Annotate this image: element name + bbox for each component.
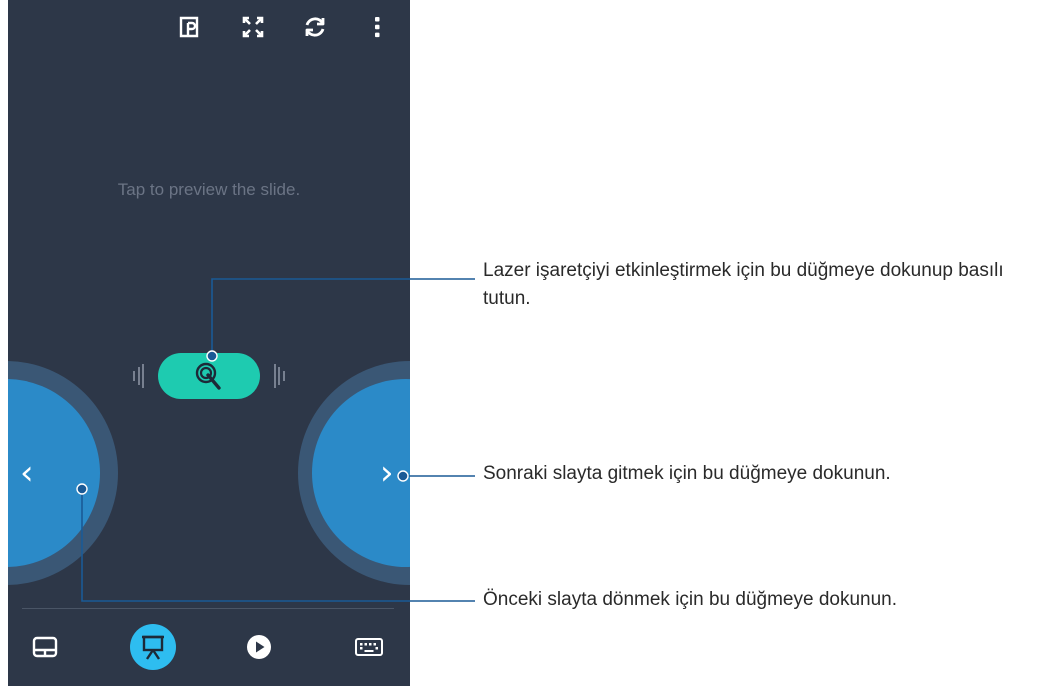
callout-laser-text: Lazer işaretçiyi etkinleştirmek için bu …	[483, 260, 1004, 309]
callout-lines	[76, 278, 475, 602]
callout-next-text: Sonraki slayta gitmek için bu düğmeye do…	[483, 463, 891, 484]
callout-prev-text: Önceki slayta dönmek için bu düğmeye dok…	[483, 589, 898, 610]
